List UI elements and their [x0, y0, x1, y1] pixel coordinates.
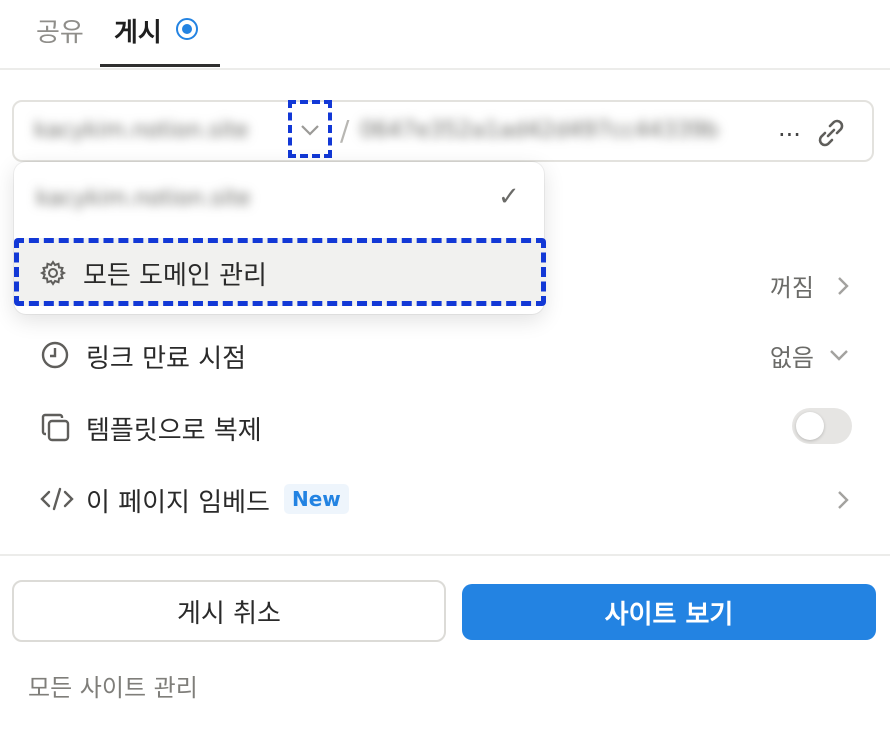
- active-tab-underline: [100, 64, 220, 67]
- new-badge: New: [284, 484, 349, 514]
- code-icon: [40, 487, 74, 511]
- unpublish-button[interactable]: 게시 취소: [12, 580, 446, 642]
- manage-domains-menu-item[interactable]: 모든 도메인 관리: [14, 238, 546, 306]
- domain-text: kacykim.notion.site: [34, 118, 249, 143]
- published-status-dot-icon: [176, 18, 198, 40]
- duplicate-template-row: 템플릿으로 복제: [0, 398, 890, 458]
- chevron-right-icon: [838, 491, 849, 509]
- chevron-right-icon: [838, 277, 849, 295]
- embed-page-label: 이 페이지 임베드: [86, 488, 270, 518]
- chevron-down-icon: [301, 125, 319, 136]
- tab-bar: 공유 게시: [0, 0, 890, 70]
- url-ellipsis: ...: [778, 114, 801, 142]
- check-icon: ✓: [498, 182, 520, 212]
- copy-link-icon[interactable]: [814, 116, 848, 150]
- page-path-text: 0647e352a1ad42d497cc44339b: [360, 118, 719, 143]
- duplicate-template-label: 템플릿으로 복제: [86, 416, 262, 446]
- duplicate-icon: [41, 413, 70, 442]
- tab-publish[interactable]: 게시: [114, 12, 162, 49]
- link-expiry-row[interactable]: 링크 만료 시점 없음: [0, 326, 890, 386]
- gear-icon: [39, 260, 67, 286]
- link-expiry-value: 없음: [769, 344, 814, 372]
- domain-dropdown-button[interactable]: [288, 100, 332, 158]
- duplicate-template-toggle[interactable]: [792, 408, 852, 444]
- search-engine-value: 꺼짐: [769, 274, 814, 302]
- manage-domains-label: 모든 도메인 관리: [83, 261, 267, 291]
- clock-icon: [41, 341, 69, 369]
- manage-all-sites-link[interactable]: 모든 사이트 관리: [28, 668, 198, 703]
- site-url-field[interactable]: kacykim.notion.site / 0647e352a1ad42d497…: [12, 100, 874, 162]
- embed-page-row[interactable]: 이 페이지 임베드 New: [0, 470, 890, 530]
- tab-share[interactable]: 공유: [36, 12, 84, 49]
- domain-dropdown-menu: kacykim.notion.site ✓ 모든 도메인 관리: [14, 162, 546, 314]
- view-site-button[interactable]: 사이트 보기: [462, 584, 876, 640]
- section-divider: [0, 554, 890, 556]
- url-separator: /: [340, 114, 350, 147]
- link-expiry-label: 링크 만료 시점: [86, 344, 247, 374]
- domain-option[interactable]: kacykim.notion.site: [36, 186, 336, 211]
- chevron-down-icon: [830, 350, 848, 361]
